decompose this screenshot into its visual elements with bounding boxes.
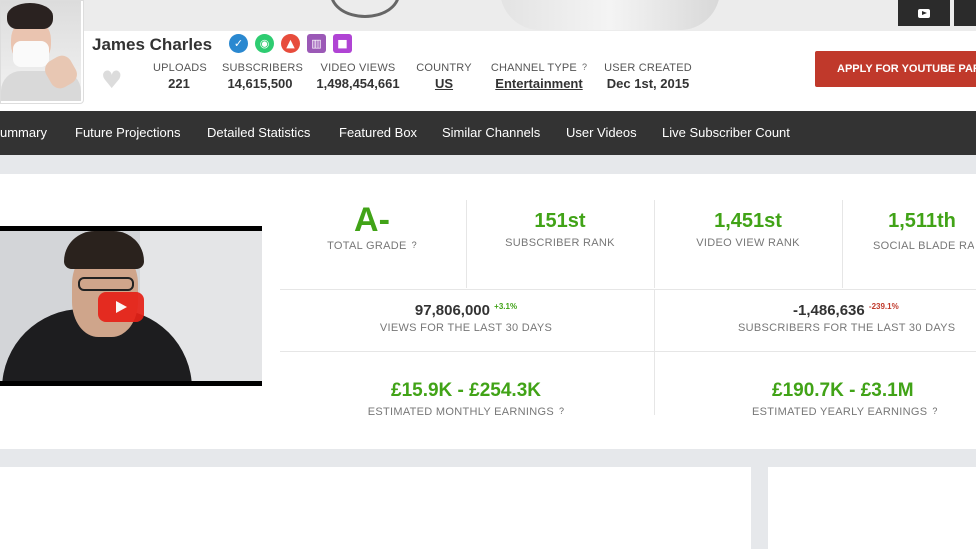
stat-label: UPLOADS	[153, 62, 207, 74]
social-blade-rank-value: 1,511th	[888, 210, 956, 232]
stat-channel-type: CHANNEL TYPE? Entertainment	[486, 62, 592, 91]
channel-banner: ✦	[0, 0, 976, 31]
video-view-rank-label: VIDEO VIEW RANK	[696, 237, 800, 249]
banner-artwork	[330, 0, 400, 18]
banner-artwork-figure	[500, 0, 720, 30]
total-grade-cell: A- TOTAL GRADE?	[300, 202, 444, 252]
subscriber-rank-label: SUBSCRIBER RANK	[505, 237, 615, 249]
total-grade-label: TOTAL GRADE	[327, 240, 407, 252]
nav-detailed-statistics[interactable]: Detailed Statistics	[207, 125, 310, 140]
stat-subscribers: SUBSCRIBERS 14,615,500	[222, 62, 304, 91]
subscribers-last-30-label: SUBSCRIBERS FOR THE LAST 30 DAYS	[738, 322, 956, 334]
stat-value: 221	[168, 76, 190, 91]
subscribers-delta-badge: -239.1%	[868, 302, 899, 311]
youtube-link-button[interactable]	[898, 0, 950, 26]
total-grade-value: A-	[354, 201, 390, 239]
content-panel-right	[768, 467, 976, 549]
stat-uploads: UPLOADS 221	[153, 62, 207, 91]
subscribers-last-30-value: -1,486,636	[793, 302, 865, 319]
content-panel-left	[0, 467, 751, 549]
video-camera-icon[interactable]: ■	[333, 34, 352, 53]
nav-featured-box[interactable]: Featured Box	[339, 125, 417, 140]
nav-summary[interactable]: ummary	[0, 125, 47, 140]
views-last-30-label: VIEWS FOR THE LAST 30 DAYS	[379, 322, 553, 334]
stat-value: 14,615,500	[227, 76, 293, 91]
channel-type-link[interactable]: Entertainment	[486, 76, 592, 91]
monthly-earnings-cell: £15.9K - £254.3K ESTIMATED MONTHLY EARNI…	[290, 380, 642, 418]
channel-avatar[interactable]	[0, 0, 84, 104]
social-blade-rank-cell: 1,511th SOCIAL BLADE RAN	[870, 210, 974, 252]
stat-label: USER CREATED	[604, 62, 692, 74]
apply-for-youtube-partner-button[interactable]: APPLY FOR YOUTUBE PAR	[815, 51, 976, 87]
stat-value: Dec 1st, 2015	[606, 76, 690, 91]
stat-user-created: USER CREATED Dec 1st, 2015	[604, 62, 692, 91]
stat-country: COUNTRY US	[416, 62, 472, 91]
eye-icon[interactable]: ◉	[255, 34, 274, 53]
youtube-icon	[918, 8, 930, 18]
fire-icon[interactable]: ▲	[281, 34, 300, 53]
nav-user-videos[interactable]: User Videos	[566, 125, 637, 140]
views-last-30-value: 97,806,000	[414, 302, 490, 319]
summary-panel: A- TOTAL GRADE? 151st SUBSCRIBER RANK 1,…	[0, 174, 976, 449]
channel-badges: ✓ ◉ ▲ ▥ ■	[229, 34, 352, 53]
video-view-rank-cell: 1,451st VIDEO VIEW RANK	[662, 210, 834, 249]
help-question-icon[interactable]: ?	[582, 62, 587, 72]
channel-header: James Charles ✓ ◉ ▲ ▥ ■ ♥ UPLOADS 221 SU…	[0, 0, 976, 111]
monthly-earnings-label: ESTIMATED MONTHLY EARNINGS	[367, 406, 554, 418]
subscriber-rank-value: 151st	[534, 210, 586, 232]
favorite-heart-icon[interactable]: ♥	[101, 66, 123, 94]
stat-label: SUBSCRIBERS	[222, 62, 304, 74]
channel-navbar: ummary Future Projections Detailed Stati…	[0, 111, 976, 155]
stat-label: COUNTRY	[416, 62, 472, 74]
yearly-earnings-label: ESTIMATED YEARLY EARNINGS	[752, 406, 928, 418]
stat-video-views: VIDEO VIEWS 1,498,454,661	[314, 62, 402, 91]
stat-label: CHANNEL TYPE	[490, 62, 577, 74]
nav-live-subscriber-count[interactable]: Live Subscriber Count	[662, 125, 790, 140]
featured-video-player[interactable]	[0, 226, 262, 386]
video-view-rank-value: 1,451st	[714, 210, 782, 232]
stat-value: 1,498,454,661	[316, 76, 400, 91]
subscribers-last-30-cell: -1,486,636 -239.1% SUBSCRIBERS FOR THE L…	[666, 302, 976, 334]
nav-similar-channels[interactable]: Similar Channels	[442, 125, 540, 140]
yearly-earnings-value: £190.7K - £3.1M	[772, 380, 914, 401]
help-question-icon[interactable]: ?	[559, 406, 564, 416]
stat-label: VIDEO VIEWS	[320, 62, 396, 74]
monthly-earnings-value: £15.9K - £254.3K	[391, 380, 541, 401]
yearly-earnings-cell: £190.7K - £3.1M ESTIMATED YEARLY EARNING…	[666, 380, 976, 418]
country-link[interactable]: US	[416, 76, 472, 91]
subscriber-rank-cell: 151st SUBSCRIBER RANK	[474, 210, 646, 249]
verified-check-icon[interactable]: ✓	[229, 34, 248, 53]
views-delta-badge: +3.1%	[494, 302, 518, 311]
help-question-icon[interactable]: ?	[932, 406, 937, 416]
twitter-link-button[interactable]: ✦	[954, 0, 976, 26]
help-question-icon[interactable]: ?	[412, 240, 417, 250]
play-button-icon[interactable]	[98, 292, 144, 322]
bar-chart-icon[interactable]: ▥	[307, 34, 326, 53]
views-last-30-cell: 97,806,000 +3.1% VIEWS FOR THE LAST 30 D…	[290, 302, 642, 334]
social-blade-rank-label: SOCIAL BLADE RAN	[873, 240, 974, 252]
channel-name[interactable]: James Charles	[92, 35, 212, 55]
nav-future-projections[interactable]: Future Projections	[75, 125, 181, 140]
